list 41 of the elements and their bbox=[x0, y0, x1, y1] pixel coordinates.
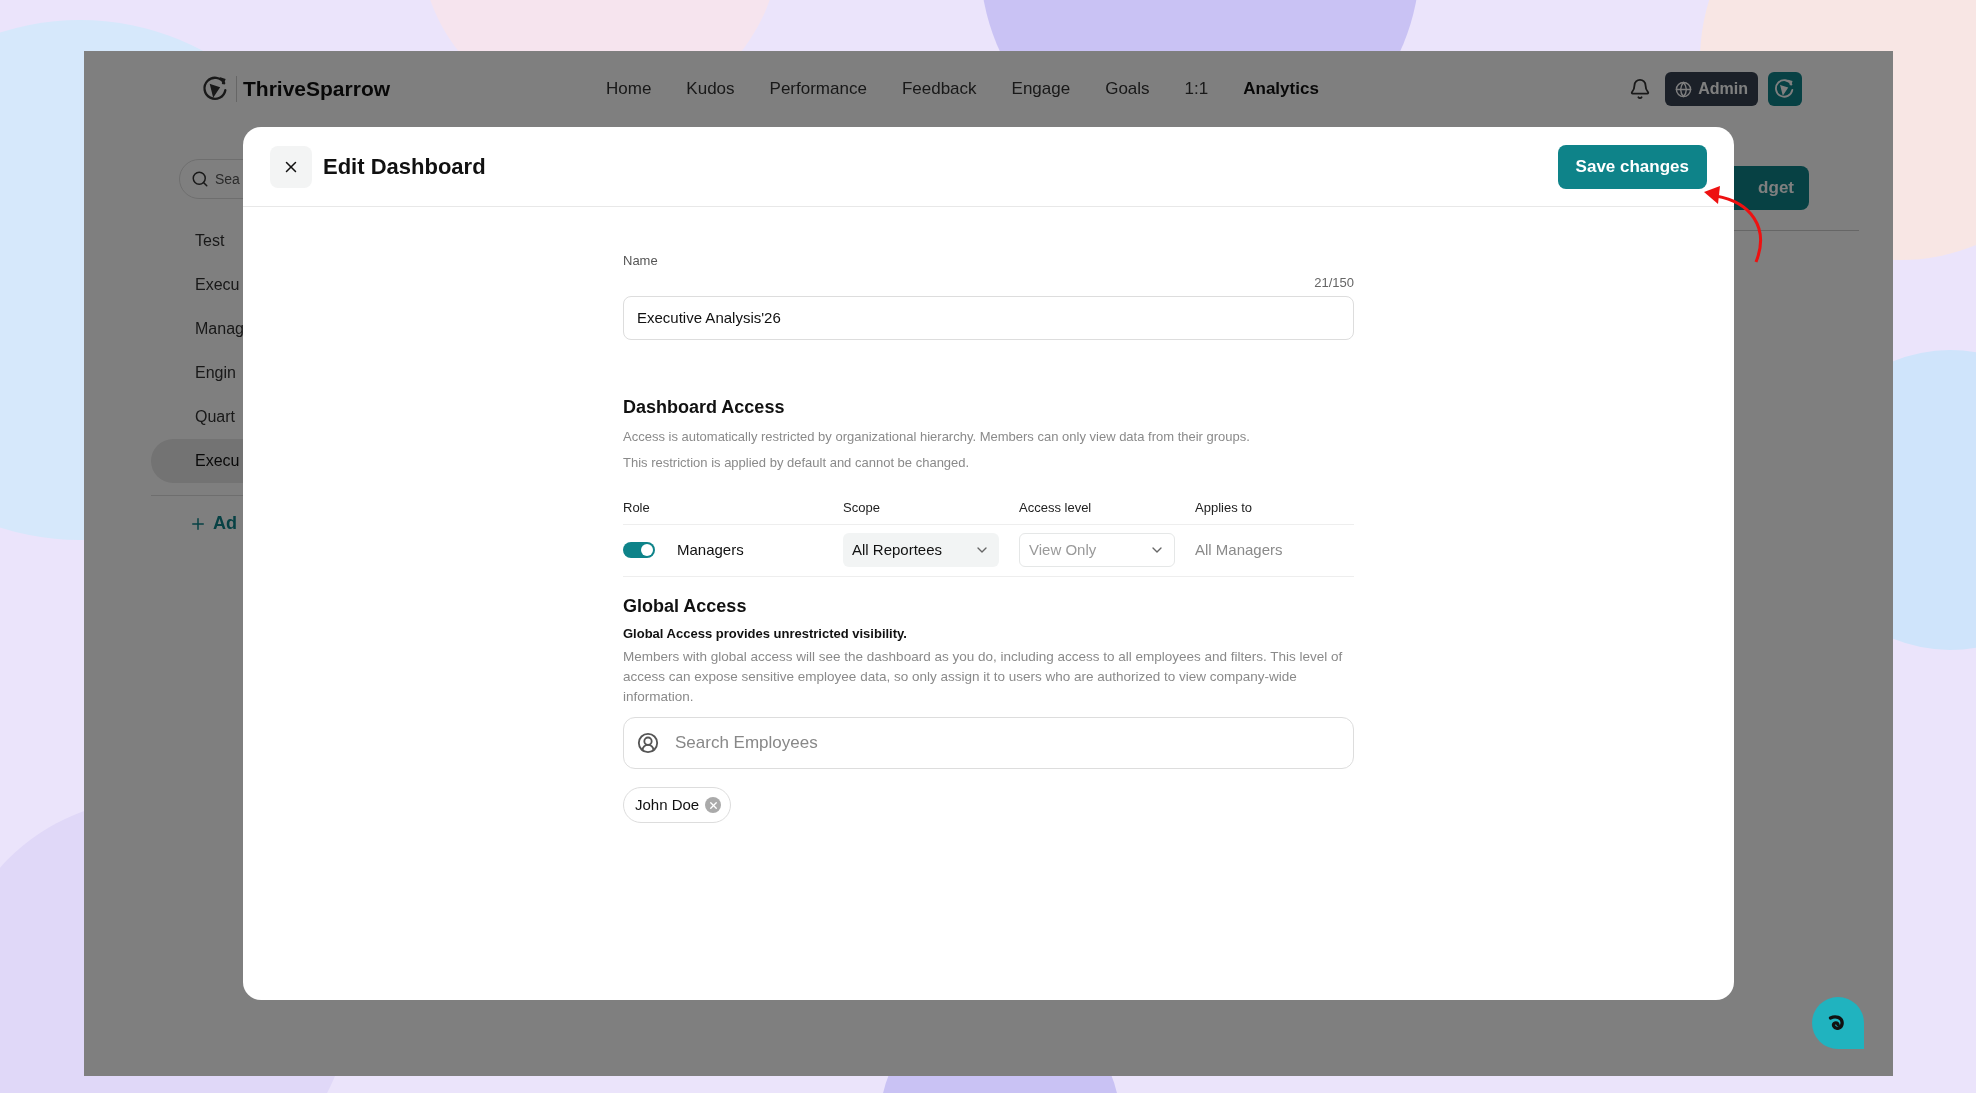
add-link[interactable]: Ad bbox=[189, 510, 284, 537]
logo-icon bbox=[1774, 78, 1796, 100]
modal-title: Edit Dashboard bbox=[323, 153, 486, 181]
section-description: Members with global access will see the dashboard as you do, including access to all employees and filters. This level of access can expose sensitive employee data, so only assign it to users who are authorized to view company-wide information. bbox=[623, 648, 1344, 706]
remove-icon[interactable] bbox=[705, 797, 722, 813]
brand-name: ThriveSparrow bbox=[243, 76, 391, 103]
nav-link[interactable]: Analytics bbox=[1243, 76, 1319, 102]
nav-link[interactable]: Engage bbox=[1011, 76, 1071, 102]
globe-icon bbox=[1675, 80, 1693, 98]
applies-to-text: All Managers bbox=[1195, 539, 1284, 560]
nav-link[interactable]: Home bbox=[606, 76, 652, 102]
column-header: Role bbox=[623, 499, 651, 517]
help-chat-button[interactable] bbox=[1812, 997, 1864, 1049]
nav-link[interactable]: Feedback bbox=[901, 76, 977, 102]
close-button[interactable] bbox=[270, 145, 312, 188]
section-description: Access is automatically restricted by organizational hierarchy. Members can only view data from their groups. bbox=[623, 428, 1251, 446]
nav-link[interactable]: Goals bbox=[1105, 76, 1150, 102]
section-description: This restriction is applied by default and cannot be changed. bbox=[623, 453, 971, 472]
admin-button[interactable]: Admin bbox=[1665, 72, 1758, 106]
save-changes-button[interactable]: Save changes bbox=[1557, 144, 1707, 189]
column-header: Scope bbox=[843, 499, 881, 517]
field-label: Name bbox=[623, 252, 659, 270]
column-header: Applies to bbox=[1195, 499, 1254, 517]
chip-label: John Doe bbox=[635, 794, 700, 815]
dropdown-select[interactable]: All Reportees bbox=[843, 533, 999, 567]
nav-link[interactable]: Performance bbox=[769, 76, 867, 102]
bell-icon[interactable] bbox=[1629, 78, 1652, 100]
search-employees-field[interactable]: Search Employees bbox=[623, 717, 1354, 769]
role-name: Managers bbox=[677, 539, 744, 560]
column-header: Access level bbox=[1019, 499, 1093, 517]
avatar[interactable] bbox=[1768, 72, 1802, 106]
name-input[interactable]: Executive Analysis'26 bbox=[623, 296, 1354, 340]
nav-link[interactable]: 1:1 bbox=[1184, 76, 1209, 102]
section-title: Global Access bbox=[623, 594, 748, 618]
user-icon bbox=[637, 732, 659, 754]
search-icon bbox=[191, 170, 209, 188]
section-subtitle: Global Access provides unrestricted visibility. bbox=[623, 624, 908, 643]
character-counter: 21/150 bbox=[1314, 273, 1354, 292]
section-title: Dashboard Access bbox=[623, 396, 786, 419]
nav-link[interactable]: Kudos bbox=[686, 76, 735, 102]
toggle-switch[interactable] bbox=[623, 542, 655, 558]
